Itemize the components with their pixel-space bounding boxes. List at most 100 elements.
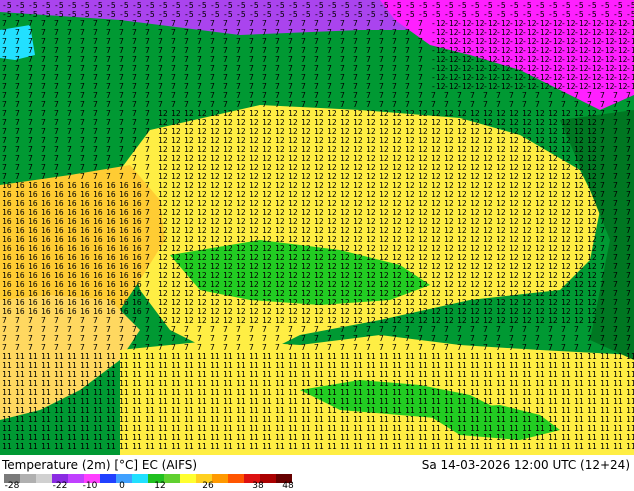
grid-value: 12 (587, 208, 597, 217)
grid-value: 11 (54, 388, 64, 397)
grid-value: 12 (496, 145, 506, 154)
grid-value: 16 (67, 271, 77, 280)
grid-value: 7 (28, 19, 33, 28)
grid-value: 11 (509, 388, 519, 397)
grid-value: 11 (613, 442, 623, 451)
grid-value: 7 (158, 343, 163, 352)
grid-value: 12 (457, 109, 467, 118)
grid-value: 7 (483, 343, 488, 352)
grid-value: 11 (561, 379, 571, 388)
grid-value: 7 (496, 100, 501, 109)
grid-value: 11 (548, 379, 558, 388)
grid-value: 7 (54, 136, 59, 145)
grid-value: 7 (210, 73, 215, 82)
grid-value: 7 (54, 19, 59, 28)
grid-value: 12 (587, 199, 597, 208)
grid-value: 7 (119, 100, 124, 109)
grid-value: 12 (535, 154, 545, 163)
grid-value: 12 (353, 199, 363, 208)
grid-value: 7 (28, 55, 33, 64)
grid-value: 12 (184, 271, 194, 280)
grid-value: 12 (262, 262, 272, 271)
grid-value: 12 (327, 280, 337, 289)
grid-value: 12 (379, 289, 389, 298)
grid-value: 16 (119, 226, 129, 235)
grid-value: 11 (366, 442, 376, 451)
grid-value: 11 (171, 433, 181, 442)
grid-value: 12 (431, 298, 441, 307)
grid-value: 7 (262, 325, 267, 334)
grid-value: -5 (106, 1, 116, 10)
grid-value: 7 (275, 82, 280, 91)
grid-value: 16 (106, 298, 116, 307)
grid-value: 16 (106, 235, 116, 244)
grid-value: 16 (132, 289, 142, 298)
grid-value: 16 (93, 190, 103, 199)
grid-value: 12 (548, 307, 558, 316)
grid-value: 12 (405, 127, 415, 136)
grid-value: 7 (249, 343, 254, 352)
grid-value: -5 (28, 1, 38, 10)
grid-value: 11 (106, 379, 116, 388)
grid-value: 7 (366, 91, 371, 100)
grid-value: 16 (80, 244, 90, 253)
grid-value: 12 (288, 217, 298, 226)
grid-value: 7 (145, 172, 150, 181)
grid-value: -5 (262, 1, 272, 10)
grid-value: 7 (626, 262, 631, 271)
grid-value: 16 (28, 253, 38, 262)
grid-value: 12 (548, 136, 558, 145)
grid-value: 11 (392, 406, 402, 415)
grid-value: 12 (314, 244, 324, 253)
grid-value: 12 (587, 217, 597, 226)
grid-value: 12 (210, 199, 220, 208)
grid-value: 12 (210, 136, 220, 145)
grid-value: -5 (379, 1, 389, 10)
grid-value: 7 (405, 64, 410, 73)
grid-value: 12 (262, 109, 272, 118)
grid-value: -5 (210, 10, 220, 19)
grid-value: 12 (457, 172, 467, 181)
grid-value: 11 (2, 442, 12, 451)
grid-value: 7 (67, 163, 72, 172)
grid-value: 11 (470, 379, 480, 388)
grid-value: 7 (314, 73, 319, 82)
grid-value: 12 (223, 163, 233, 172)
grid-value: 7 (132, 334, 137, 343)
grid-value: 7 (613, 91, 618, 100)
grid-value: 12 (587, 136, 597, 145)
grid-value: 7 (119, 109, 124, 118)
grid-value: 7 (613, 118, 618, 127)
grid-value: 7 (405, 343, 410, 352)
grid-value: 12 (535, 127, 545, 136)
grid-value: 12 (184, 262, 194, 271)
grid-value: 16 (119, 280, 129, 289)
grid-value: -5 (288, 1, 298, 10)
grid-value: 12 (262, 199, 272, 208)
grid-value: 12 (496, 217, 506, 226)
grid-value: 12 (405, 271, 415, 280)
grid-value: 12 (418, 289, 428, 298)
grid-value: 11 (613, 352, 623, 361)
grid-value: 12 (249, 235, 259, 244)
grid-value: 16 (2, 217, 12, 226)
grid-value: 7 (600, 307, 605, 316)
grid-value: 7 (327, 64, 332, 73)
grid-value: 12 (379, 217, 389, 226)
grid-value: 7 (171, 46, 176, 55)
grid-value: 7 (93, 55, 98, 64)
grid-value: 16 (2, 208, 12, 217)
grid-value: 16 (28, 199, 38, 208)
grid-value: 12 (327, 136, 337, 145)
grid-value: 12 (301, 307, 311, 316)
grid-value: 12 (171, 244, 181, 253)
grid-value: 12 (301, 109, 311, 118)
grid-value: 16 (15, 244, 25, 253)
grid-value: 7 (171, 28, 176, 37)
grid-value: 12 (366, 154, 376, 163)
grid-value: 12 (171, 280, 181, 289)
grid-value: -5 (366, 1, 376, 10)
grid-value: 12 (236, 199, 246, 208)
grid-value: 7 (613, 298, 618, 307)
grid-value: 11 (431, 442, 441, 451)
